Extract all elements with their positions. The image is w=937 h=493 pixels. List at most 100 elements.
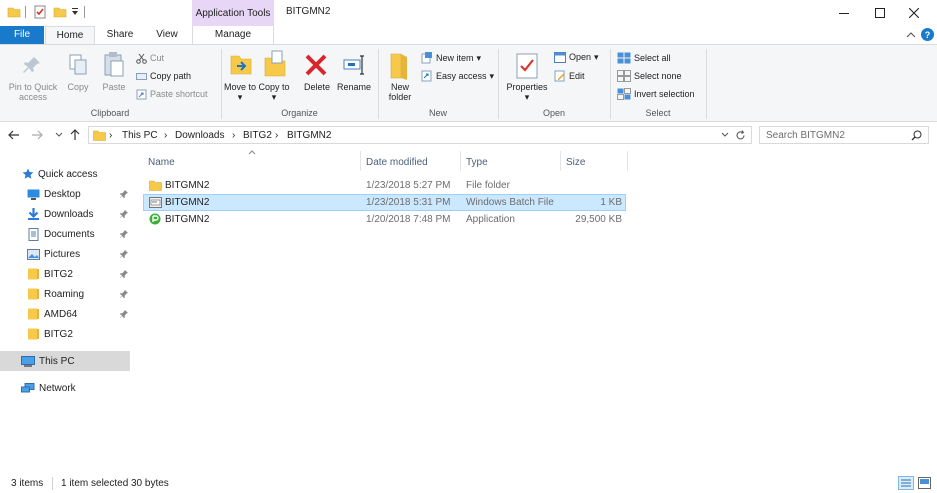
copy-button[interactable]: Copy (64, 82, 92, 92)
open-button[interactable]: Open ▾ (554, 52, 599, 63)
nav-quick-access[interactable]: Quick access (22, 164, 97, 184)
tab-file[interactable]: File (0, 26, 44, 44)
up-arrow-icon[interactable] (70, 129, 80, 141)
properties-icon (515, 52, 539, 80)
tab-manage[interactable]: Manage (192, 26, 274, 44)
properties-icon[interactable] (33, 5, 47, 19)
large-icons-view-icon (918, 477, 931, 489)
edit-icon (554, 70, 565, 82)
column-divider[interactable] (460, 151, 461, 171)
status-bar: 3 items 1 item selected 30 bytes (0, 474, 937, 493)
rename-button[interactable]: Rename (335, 82, 373, 92)
paste-shortcut-button[interactable]: Paste shortcut (136, 89, 208, 100)
help-icon[interactable]: ? (921, 28, 934, 41)
collapse-ribbon-icon[interactable] (906, 30, 916, 40)
nav-item-bitg2[interactable]: BITG2 (27, 264, 133, 284)
column-header-type[interactable]: Type (466, 157, 488, 168)
pin-to-quick-access-button[interactable]: Pin to Quick access (4, 82, 62, 102)
ribbon: Pin to Quick access Copy Paste Cut Copy … (0, 44, 937, 122)
folder-icon (28, 308, 39, 320)
pin-icon (120, 210, 128, 218)
new-item-button[interactable]: New item ▾ (421, 52, 481, 64)
forward-arrow-icon[interactable] (31, 130, 43, 140)
column-divider[interactable] (560, 151, 561, 171)
address-bar[interactable]: › This PC › Downloads › BITG2 › BITGMN2 (88, 126, 752, 144)
edit-button[interactable]: Edit (554, 70, 585, 82)
copy-path-button[interactable]: Copy path (136, 71, 191, 82)
delete-button[interactable]: Delete (300, 82, 334, 92)
table-row[interactable]: BITGMN2 1/23/2018 5:27 PM File folder (143, 177, 626, 194)
new-folder-icon[interactable] (53, 5, 67, 19)
divider (25, 6, 26, 18)
select-none-button[interactable]: Select none (617, 70, 682, 82)
pictures-icon (27, 248, 40, 260)
file-size: 1 KB (600, 197, 622, 208)
back-arrow-icon[interactable] (8, 130, 20, 140)
file-name: BITGMN2 (165, 197, 210, 208)
large-icons-view-button[interactable] (918, 477, 931, 489)
invert-selection-button[interactable]: Invert selection (617, 88, 695, 100)
cut-button[interactable]: Cut (136, 53, 164, 64)
refresh-icon[interactable] (735, 130, 746, 141)
item-count: 3 items (11, 478, 44, 489)
breadcrumb-this-pc[interactable]: This PC (122, 130, 158, 141)
copy-to-button[interactable]: Copy to ▾ (258, 82, 290, 102)
tab-share[interactable]: Share (98, 26, 142, 44)
properties-button[interactable]: Properties ▾ (503, 82, 551, 102)
address-dropdown-icon[interactable] (721, 132, 729, 138)
application-icon (149, 213, 161, 225)
nav-item-documents[interactable]: Documents (27, 224, 133, 244)
column-divider[interactable] (627, 151, 628, 171)
tab-home[interactable]: Home (45, 26, 95, 45)
new-item-icon (421, 52, 432, 64)
file-size: 29,500 KB (575, 214, 622, 225)
easy-access-button[interactable]: Easy access ▾ (421, 70, 494, 82)
breadcrumb-bitgmn2[interactable]: BITGMN2 (287, 130, 331, 141)
divider (84, 6, 85, 18)
select-all-icon (617, 52, 631, 64)
customize-qat-icon[interactable] (70, 7, 80, 17)
table-row-selected[interactable]: BITGMN2 1/23/2018 5:31 PM Windows Batch … (143, 194, 626, 211)
table-row[interactable]: BITGMN2 1/20/2018 7:48 PM Application 29… (143, 211, 626, 228)
selection-count: 1 item selected (61, 478, 129, 489)
nav-this-pc[interactable]: This PC (21, 351, 75, 371)
column-header-name[interactable]: Name (148, 157, 175, 168)
address-row: › This PC › Downloads › BITG2 › BITGMN2 … (0, 123, 937, 147)
close-button[interactable] (891, 0, 937, 26)
delete-icon (304, 53, 328, 77)
nav-item-roaming[interactable]: Roaming (27, 284, 133, 304)
nav-item-desktop[interactable]: Desktop (27, 184, 133, 204)
copy-path-icon (136, 73, 147, 80)
pin-icon (120, 290, 128, 298)
recent-locations-icon[interactable] (55, 132, 63, 138)
nav-network[interactable]: Network (21, 378, 76, 398)
nav-item-amd64[interactable]: AMD64 (27, 304, 133, 324)
search-box[interactable]: Search BITGMN2 (759, 126, 929, 144)
pin-icon (120, 310, 128, 318)
new-folder-button[interactable]: New folder (383, 82, 417, 102)
column-header-size[interactable]: Size (566, 157, 585, 168)
select-none-icon (617, 70, 631, 82)
paste-icon (103, 51, 125, 79)
file-name: BITGMN2 (165, 180, 210, 191)
breadcrumb-downloads[interactable]: Downloads (175, 130, 224, 141)
nav-item-bitg2[interactable]: BITG2 (27, 324, 133, 344)
rename-icon (342, 53, 366, 77)
move-to-button[interactable]: Move to ▾ (224, 82, 256, 102)
nav-item-pictures[interactable]: Pictures (27, 244, 133, 264)
folder-icon (149, 179, 162, 191)
pin-icon (120, 190, 128, 198)
title-bar: Application Tools BITGMN2 (0, 0, 937, 26)
breadcrumb-bitg2[interactable]: BITG2 (243, 130, 272, 141)
download-arrow-icon (28, 208, 39, 220)
column-divider[interactable] (360, 151, 361, 171)
tab-view[interactable]: View (145, 26, 189, 44)
batch-file-icon (149, 196, 162, 209)
search-icon[interactable] (911, 130, 922, 141)
select-all-button[interactable]: Select all (617, 52, 671, 64)
ribbon-divider (706, 49, 707, 119)
paste-button[interactable]: Paste (98, 82, 130, 92)
column-header-date-modified[interactable]: Date modified (366, 157, 428, 168)
details-view-button[interactable] (898, 476, 914, 490)
nav-item-downloads[interactable]: Downloads (27, 204, 133, 224)
